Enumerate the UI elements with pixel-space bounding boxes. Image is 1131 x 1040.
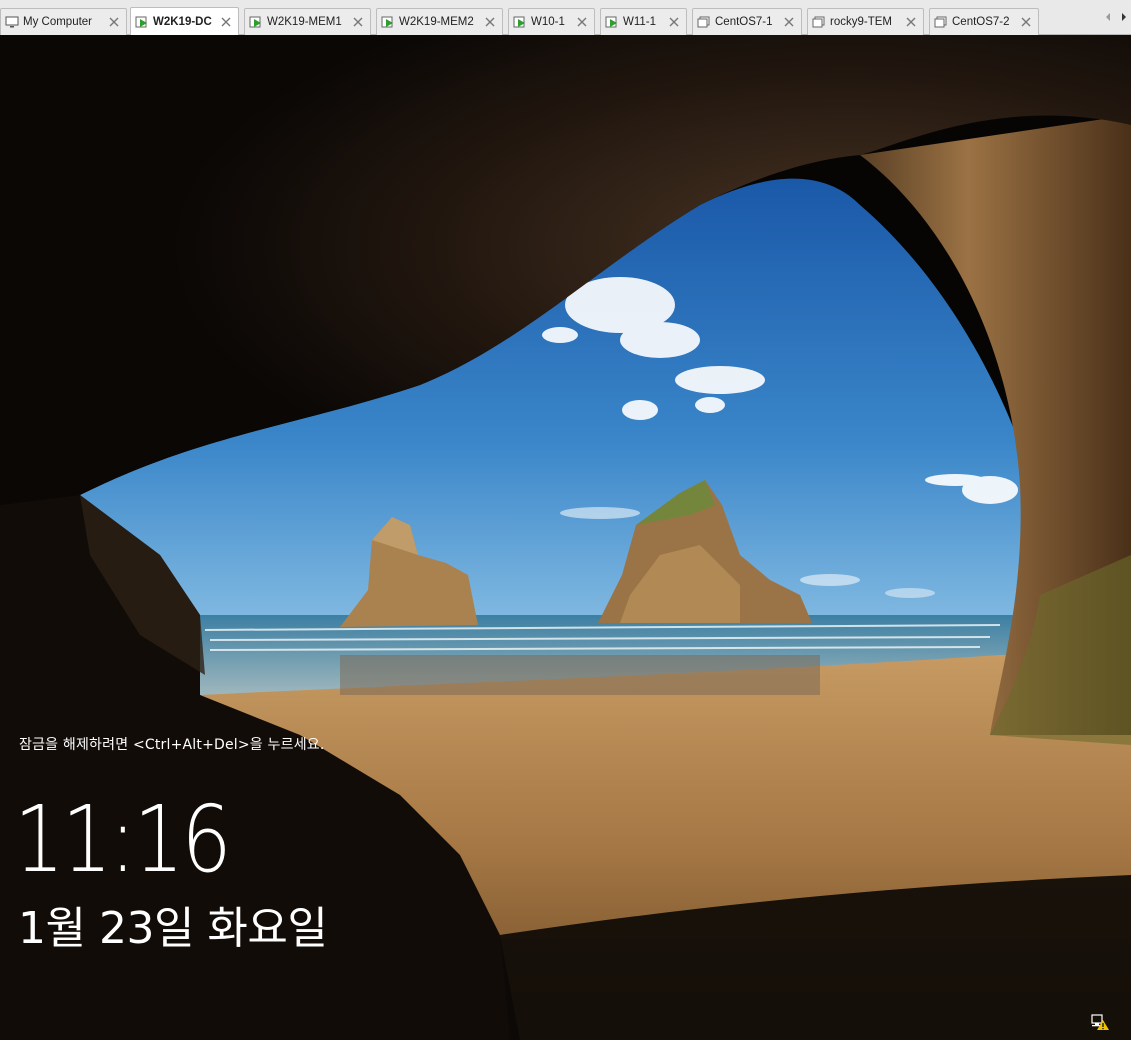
vm-console-lockscreen[interactable]: 잠금을 해제하려면 <Ctrl+Alt+Del>을 누르세요. 11:16 1월… [0,35,1131,1040]
tab-label: W2K19-MEM2 [399,16,474,28]
tab-label: CentOS7-1 [715,16,773,28]
tab-label: CentOS7-2 [952,16,1010,28]
tab-label: rocky9-TEM [830,16,892,28]
vm-running-icon [249,16,261,28]
vm-icon [934,16,947,28]
lockscreen-time: 11:16 [14,786,232,893]
scroll-left-icon[interactable] [1103,10,1113,24]
close-icon[interactable] [352,16,364,28]
tab-label: W2K19-DC [153,15,212,28]
tab-w11-1[interactable]: W11-1 [600,8,687,35]
vm-running-icon [513,16,525,28]
tab-my-computer[interactable]: My Computer [0,8,127,35]
vm-running-icon [605,16,617,28]
close-icon[interactable] [1020,16,1032,28]
close-icon[interactable] [668,16,680,28]
close-icon[interactable] [220,16,232,28]
close-icon[interactable] [905,16,917,28]
close-icon[interactable] [783,16,795,28]
tab-label: W10-1 [531,16,565,28]
vm-icon [812,16,825,28]
vm-running-icon [381,16,393,28]
vm-tab-bar: My Computer W2K19-DC W2K19-MEM1 W2K19-ME… [0,0,1131,35]
tab-centos7-1[interactable]: CentOS7-1 [692,8,802,35]
computer-icon [5,16,19,28]
tab-label: W11-1 [623,16,657,28]
tab-centos7-2[interactable]: CentOS7-2 [929,8,1039,35]
close-icon[interactable] [108,16,120,28]
unlock-hint-text: 잠금을 해제하려면 <Ctrl+Alt+Del>을 누르세요. [19,737,325,753]
tab-scroll-arrows [1103,10,1129,24]
tab-w2k19-dc[interactable]: W2K19-DC [130,7,239,35]
tab-w10-1[interactable]: W10-1 [508,8,595,35]
scroll-right-icon[interactable] [1119,10,1129,24]
close-icon[interactable] [576,16,588,28]
tab-rocky9-tem[interactable]: rocky9-TEM [807,8,924,35]
tab-label: W2K19-MEM1 [267,16,342,28]
tab-label: My Computer [23,16,93,28]
lockscreen-date: 1월 23일 화요일 [18,903,328,954]
vm-icon [697,16,710,28]
vm-running-icon [135,16,147,27]
network-warning-icon[interactable] [1090,1013,1110,1031]
tab-w2k19-mem1[interactable]: W2K19-MEM1 [244,8,371,35]
close-icon[interactable] [484,16,496,28]
tab-w2k19-mem2[interactable]: W2K19-MEM2 [376,8,503,35]
